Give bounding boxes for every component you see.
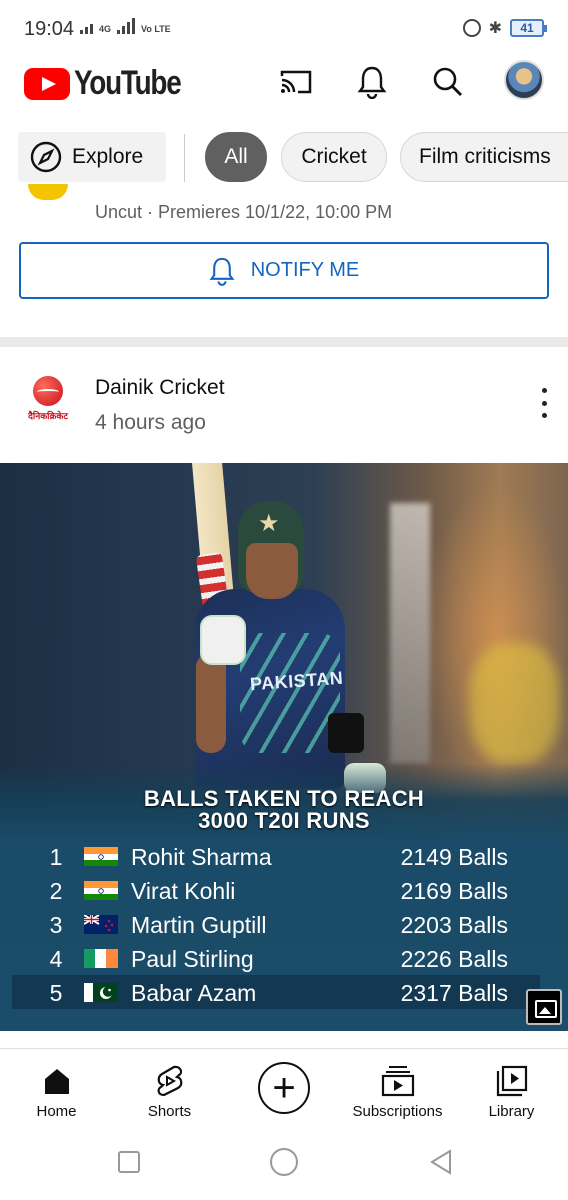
stadium-pillar [390, 503, 430, 763]
nav-shorts-label: Shorts [147, 1103, 192, 1120]
explore-label: Explore [72, 145, 144, 168]
app-header: YouTube [0, 56, 568, 108]
stats-row: 3 Martin Guptill 2203 Balls [12, 907, 540, 941]
compass-icon [30, 141, 62, 173]
helmet-star-icon: ★ [258, 510, 280, 537]
premiere-meta: Uncut · Premieres 10/1/22, 10:00 PM [95, 202, 393, 222]
youtube-play-icon [24, 67, 70, 100]
battery-indicator: 41 [510, 19, 547, 37]
back-button[interactable] [428, 1148, 454, 1176]
chip-divider [184, 134, 185, 182]
signal-indicators: 4G Vo LTE [80, 18, 171, 34]
chip-all[interactable]: All [205, 132, 267, 182]
search-icon[interactable] [428, 62, 468, 102]
account-avatar[interactable] [504, 60, 544, 100]
status-bar: 19:04 4G Vo LTE ✱ 41 [0, 0, 568, 56]
stats-row: 4 Paul Stirling 2226 Balls [12, 941, 540, 975]
player-arm [196, 653, 226, 753]
notify-me-button[interactable]: NOTIFY ME [19, 242, 549, 299]
row-rank: 3 [49, 912, 63, 938]
balls-count: 2149 Balls [400, 844, 508, 870]
player-name: Paul Stirling [131, 946, 254, 972]
cricket-ball-icon [33, 376, 63, 406]
player-name: Babar Azam [131, 980, 257, 1006]
status-time: 19:04 [24, 18, 75, 40]
stats-title: BALLS TAKEN TO REACH 3000 T20I RUNS [0, 788, 568, 832]
pakistan-flag-icon [84, 982, 118, 1002]
bottom-navigation: Home Shorts + Subscriptions Library [0, 1048, 568, 1128]
youtube-logo[interactable]: YouTube [24, 64, 204, 103]
stats-row: 1 Rohit Sharma 2149 Balls [12, 839, 540, 873]
bell-icon [209, 257, 235, 286]
player-name: Virat Kohli [131, 878, 236, 904]
ireland-flag-icon [84, 948, 118, 968]
chip-cricket[interactable]: Cricket [281, 132, 387, 182]
nav-home[interactable]: Home [0, 1049, 113, 1129]
notifications-icon[interactable] [352, 62, 392, 102]
cast-icon[interactable] [276, 62, 316, 102]
subscriptions-icon [381, 1059, 415, 1103]
wristband [328, 713, 364, 753]
network-type-label: 4G [99, 24, 112, 34]
status-right: ✱ 41 [462, 18, 547, 38]
library-icon [496, 1059, 528, 1103]
recents-button[interactable] [118, 1151, 140, 1173]
wifi-signal-icon [80, 18, 93, 34]
stats-title-line2: 3000 T20I RUNS [198, 808, 370, 833]
india-flag-icon [84, 880, 118, 900]
shorts-icon [155, 1059, 185, 1103]
stats-title-line1: BALLS TAKEN TO REACH [143, 786, 425, 811]
player-name: Rohit Sharma [131, 844, 272, 870]
row-rank: 2 [49, 878, 63, 904]
player-face [246, 543, 298, 599]
nav-library-label: Library [488, 1103, 535, 1120]
player-name: Martin Guptill [131, 912, 267, 938]
chip-film-criticisms[interactable]: Film criticisms [400, 132, 568, 182]
lock-rotation-icon [462, 19, 481, 37]
new-zealand-flag-icon [84, 914, 118, 934]
post-time: 4 hours ago [95, 411, 206, 434]
channel-logo-text: दैनिकक्रिकेट [28, 411, 68, 421]
more-options-icon[interactable] [538, 388, 550, 418]
balls-count: 2169 Balls [400, 878, 508, 904]
post-image[interactable]: PAKISTAN ★ BALLS TAKEN TO REACH 3000 T20… [0, 463, 568, 1031]
row-rank: 1 [49, 844, 63, 870]
channel-logo[interactable]: दैनिकक्रिकेट [22, 376, 74, 424]
channel-name[interactable]: Dainik Cricket [95, 376, 225, 400]
balls-count: 2203 Balls [400, 912, 508, 938]
home-system-button[interactable] [270, 1148, 298, 1176]
cell-signal-icon [117, 18, 136, 34]
bluetooth-icon: ✱ [488, 20, 502, 37]
system-navigation-bar [0, 1128, 568, 1200]
stats-row: 2 Virat Kohli 2169 Balls [12, 873, 540, 907]
batting-glove [200, 615, 246, 665]
volte-label: Vo LTE [141, 24, 171, 34]
row-rank: 5 [49, 980, 63, 1006]
section-separator [0, 337, 568, 347]
channel-avatar[interactable] [28, 184, 68, 200]
home-icon [42, 1059, 72, 1103]
nav-library[interactable]: Library [455, 1049, 568, 1129]
filter-chips: Explore All Cricket Film criticisms [0, 130, 568, 184]
create-button[interactable]: + [258, 1062, 310, 1114]
stats-row-highlighted: 5 Babar Azam 2317 Balls [12, 975, 540, 1009]
row-rank: 4 [49, 946, 63, 972]
nav-subscriptions-label: Subscriptions [352, 1103, 443, 1120]
crowd-bokeh [470, 643, 560, 763]
notify-me-label: NOTIFY ME [250, 259, 360, 281]
explore-button[interactable]: Explore [18, 132, 166, 182]
india-flag-icon [84, 846, 118, 866]
nav-subscriptions[interactable]: Subscriptions [341, 1049, 454, 1129]
youtube-wordmark: YouTube [74, 64, 182, 102]
image-type-icon [526, 989, 562, 1025]
nav-shorts[interactable]: Shorts [113, 1049, 226, 1129]
stats-table: 1 Rohit Sharma 2149 Balls 2 Virat Kohli … [12, 839, 540, 1009]
balls-count: 2317 Balls [400, 980, 508, 1006]
nav-home-label: Home [36, 1103, 77, 1120]
balls-count: 2226 Balls [400, 946, 508, 972]
